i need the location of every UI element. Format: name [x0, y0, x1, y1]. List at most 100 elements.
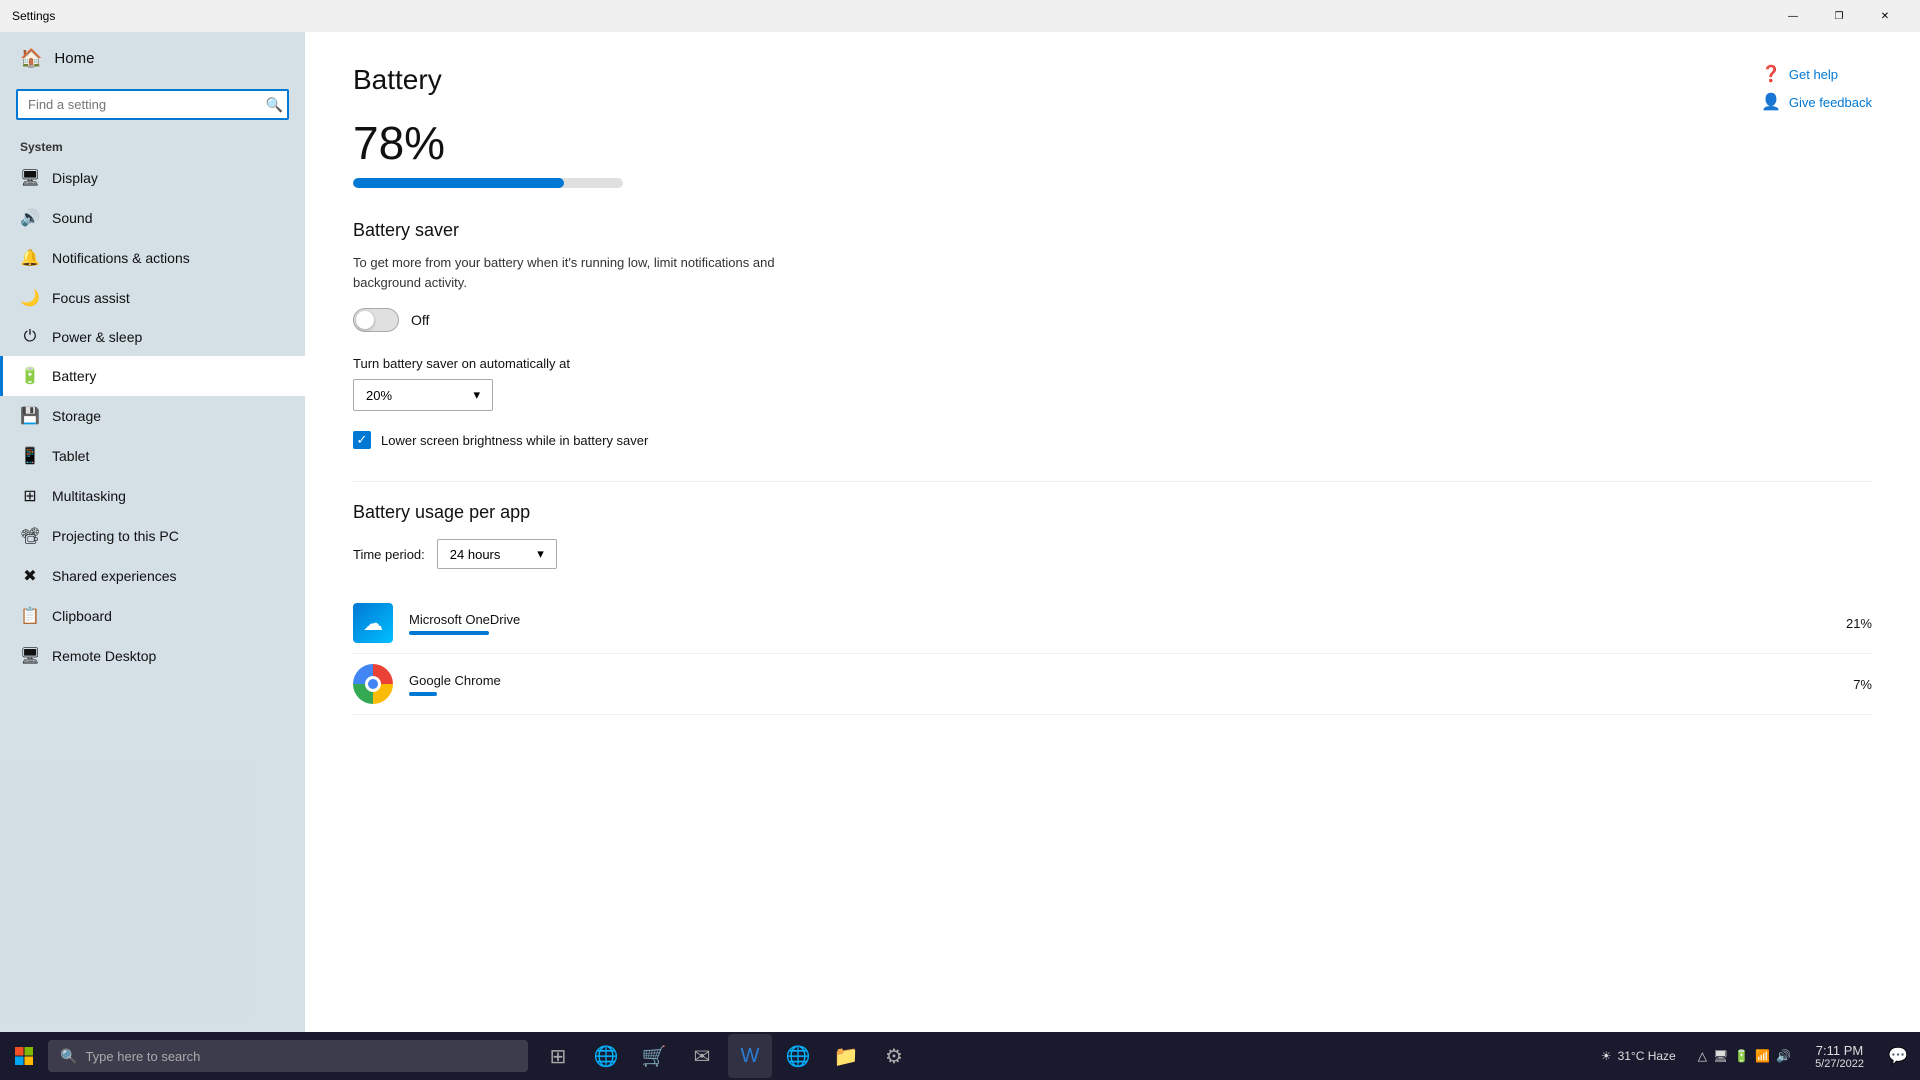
onedrive-info: Microsoft OneDrive: [409, 612, 1816, 635]
clipboard-icon: 📋: [20, 606, 40, 626]
minimize-button[interactable]: —: [1770, 0, 1816, 32]
help-panel: ❓ Get help 👤 Give feedback: [1761, 64, 1872, 112]
storage-icon: 💾: [20, 406, 40, 426]
system-tray[interactable]: △ 🖥 🔋 📶 🔊: [1686, 1049, 1803, 1063]
section-divider: [353, 481, 1872, 482]
taskbar: 🔍 ⊞ 🌐 🛒 ✉ W 🌐 📁 ⚙ ☀ 31°C Haze △ 🖥 🔋 📶 🔊 …: [0, 1032, 1920, 1080]
notification-center-button[interactable]: 💬: [1876, 1032, 1920, 1080]
sidebar-item-label: Power & sleep: [52, 329, 142, 345]
chrome-percent: 7%: [1832, 677, 1872, 692]
app-usage-onedrive: ☁ Microsoft OneDrive 21%: [353, 593, 1872, 654]
threshold-value: 20%: [366, 388, 392, 403]
sidebar-item-clipboard[interactable]: 📋 Clipboard: [0, 596, 305, 636]
threshold-dropdown[interactable]: 20% ▾: [353, 379, 493, 411]
taskbar-search-input[interactable]: [85, 1049, 516, 1064]
store-icon[interactable]: 🛒: [632, 1034, 676, 1078]
battery-saver-title: Battery saver: [353, 220, 1872, 241]
search-button[interactable]: 🔍: [266, 96, 283, 113]
clock[interactable]: 7:11 PM 5/27/2022: [1803, 1043, 1876, 1070]
maximize-button[interactable]: ❐: [1816, 0, 1862, 32]
sidebar-item-sound[interactable]: 🔊 Sound: [0, 198, 305, 238]
main-content: ❓ Get help 👤 Give feedback Battery 78% B…: [305, 32, 1920, 1032]
battery-icon: 🔋: [20, 366, 40, 386]
volume-icon: 🔊: [1776, 1049, 1791, 1063]
search-input[interactable]: [16, 89, 289, 120]
shared-icon: ✖: [20, 566, 40, 586]
get-help-link[interactable]: ❓ Get help: [1761, 64, 1872, 84]
sidebar-item-remote[interactable]: 🖥 Remote Desktop: [0, 636, 305, 676]
brightness-checkbox-row: ✓ Lower screen brightness while in batte…: [353, 431, 1872, 449]
titlebar: Settings — ❐ ✕: [0, 0, 1920, 32]
toggle-row: Off: [353, 308, 1872, 332]
sidebar-item-battery[interactable]: 🔋 Battery: [0, 356, 305, 396]
onedrive-bar: [409, 631, 489, 635]
sidebar: 🏠 Home 🔍 System 🖥 Display 🔊 Sound 🔔 Noti…: [0, 32, 305, 1032]
sidebar-item-label: Tablet: [52, 448, 89, 464]
notifications-icon: 🔔: [20, 248, 40, 268]
chrome-name: Google Chrome: [409, 673, 1816, 688]
sidebar-item-label: Focus assist: [52, 290, 130, 306]
home-icon: 🏠: [20, 48, 42, 69]
check-mark-icon: ✓: [357, 432, 368, 448]
time-period-dropdown[interactable]: 24 hours ▾: [437, 539, 557, 569]
power-icon: ⏻: [20, 328, 40, 346]
sidebar-item-power[interactable]: ⏻ Power & sleep: [0, 318, 305, 356]
chrome-icon: [353, 664, 393, 704]
sidebar-item-tablet[interactable]: 📱 Tablet: [0, 436, 305, 476]
sidebar-item-multitasking[interactable]: ⊞ Multitasking: [0, 476, 305, 516]
sidebar-item-label: Remote Desktop: [52, 648, 156, 664]
mail-icon[interactable]: ✉: [680, 1034, 724, 1078]
battery-tray-icon: 🔋: [1734, 1049, 1749, 1063]
sidebar-item-display[interactable]: 🖥 Display: [0, 158, 305, 198]
sidebar-item-label: Battery: [52, 368, 96, 384]
monitor-icon: 🖥: [1713, 1049, 1728, 1063]
sidebar-item-focus[interactable]: 🌙 Focus assist: [0, 278, 305, 318]
word-icon[interactable]: W: [728, 1034, 772, 1078]
battery-saver-desc: To get more from your battery when it's …: [353, 253, 793, 292]
battery-bar-container: [353, 178, 623, 188]
battery-saver-toggle[interactable]: [353, 308, 399, 332]
close-button[interactable]: ✕: [1862, 0, 1908, 32]
app-body: 🏠 Home 🔍 System 🖥 Display 🔊 Sound 🔔 Noti…: [0, 32, 1920, 1032]
brightness-label: Lower screen brightness while in battery…: [381, 433, 648, 448]
sound-icon: 🔊: [20, 208, 40, 228]
get-help-label: Get help: [1789, 67, 1838, 82]
onedrive-icon: ☁: [353, 603, 393, 643]
battery-percentage: 78%: [353, 116, 1872, 170]
sun-icon: ☀: [1601, 1049, 1612, 1063]
taskbar-search-box[interactable]: 🔍: [48, 1040, 528, 1072]
section-title: System: [0, 132, 305, 158]
task-view-button[interactable]: ⊞: [536, 1034, 580, 1078]
brightness-checkbox[interactable]: ✓: [353, 431, 371, 449]
multitasking-icon: ⊞: [20, 486, 40, 506]
sidebar-item-notifications[interactable]: 🔔 Notifications & actions: [0, 238, 305, 278]
search-icon: 🔍: [60, 1048, 77, 1065]
chrome-bar: [409, 692, 437, 696]
sidebar-item-label: Sound: [52, 210, 92, 226]
sidebar-home[interactable]: 🏠 Home: [0, 32, 305, 85]
start-button[interactable]: [0, 1032, 48, 1080]
help-icon: ❓: [1761, 64, 1781, 84]
weather-widget[interactable]: ☀ 31°C Haze: [1591, 1049, 1686, 1063]
sidebar-item-storage[interactable]: 💾 Storage: [0, 396, 305, 436]
sidebar-item-shared[interactable]: ✖ Shared experiences: [0, 556, 305, 596]
wifi-icon: 📶: [1755, 1049, 1770, 1063]
sidebar-item-label: Storage: [52, 408, 101, 424]
chevron-down-icon: ▾: [473, 387, 480, 403]
explorer-icon[interactable]: 📁: [824, 1034, 868, 1078]
toggle-label: Off: [411, 312, 429, 328]
chrome-taskbar-icon[interactable]: 🌐: [776, 1034, 820, 1078]
time-display: 7:11 PM: [1816, 1043, 1863, 1058]
battery-bar-fill: [353, 178, 564, 188]
home-label: Home: [54, 50, 94, 67]
usage-title: Battery usage per app: [353, 502, 1872, 523]
give-feedback-label: Give feedback: [1789, 95, 1872, 110]
sidebar-item-label: Shared experiences: [52, 568, 177, 584]
settings-taskbar-icon[interactable]: ⚙: [872, 1034, 916, 1078]
page-title: Battery: [353, 64, 1872, 96]
chrome-icon-inner: [365, 676, 381, 692]
edge-icon[interactable]: 🌐: [584, 1034, 628, 1078]
sidebar-item-projecting[interactable]: 📽 Projecting to this PC: [0, 516, 305, 556]
give-feedback-link[interactable]: 👤 Give feedback: [1761, 92, 1872, 112]
onedrive-name: Microsoft OneDrive: [409, 612, 1816, 627]
